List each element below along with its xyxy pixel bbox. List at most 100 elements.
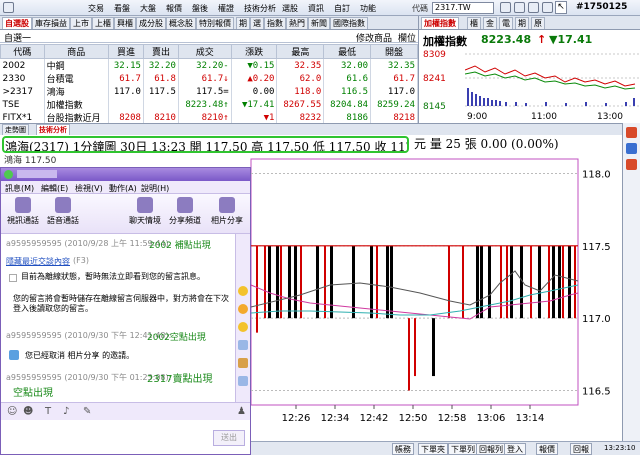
menu-watch[interactable]: 看盤	[114, 3, 130, 14]
col-change[interactable]: 漲跌	[230, 44, 278, 59]
wink-icon[interactable]	[238, 304, 248, 314]
app-icon[interactable]	[3, 2, 14, 13]
tab-futures[interactable]: 期	[236, 17, 250, 29]
col-bid[interactable]: 買進	[107, 44, 144, 59]
tab-intl-index[interactable]: 國際指數	[330, 17, 368, 29]
menu-custom[interactable]: 自訂	[334, 3, 350, 14]
tab-inventory[interactable]: 庫存損益	[32, 17, 70, 29]
group-select[interactable]: 自選一	[4, 31, 31, 44]
menu-after-hours[interactable]: 盤後	[192, 3, 208, 14]
share-channel-button[interactable]: 分享頻道	[165, 197, 205, 226]
voice-call-button[interactable]: 語音通話	[43, 197, 83, 226]
tab-otc-index[interactable]: 櫃	[467, 17, 481, 29]
edit-items-button[interactable]: 修改商品	[356, 31, 392, 44]
col-open[interactable]: 開盤	[370, 44, 418, 59]
tab-components[interactable]: 成分股	[136, 17, 166, 29]
wink-picker-icon[interactable]: ☻	[23, 406, 33, 417]
price-bar	[414, 318, 416, 377]
tab-emerging[interactable]: 興櫃	[114, 17, 136, 29]
tab-news[interactable]: 新聞	[308, 17, 330, 29]
contact-icon[interactable]: ♟	[237, 406, 246, 417]
quote-row[interactable]: TSE 加權指數 8223.48↑ ▼17.41 8267.55 8204.84 8259.…	[0, 98, 418, 111]
chat-mood-button[interactable]: 聊天情境	[125, 197, 165, 226]
account-button[interactable]: 帳務	[392, 443, 414, 455]
tab-technical[interactable]: 技術分析	[36, 124, 70, 135]
tool-icon-3[interactable]	[626, 159, 637, 170]
tab-concept[interactable]: 概念股	[166, 17, 196, 29]
hide-history-shortcut: (F3)	[73, 256, 89, 265]
tab-taiex[interactable]: 加權指數	[421, 17, 459, 29]
col-low[interactable]: 最低	[323, 44, 372, 59]
menu-function[interactable]: 功能	[360, 3, 376, 14]
tab-special[interactable]: 特別報價	[196, 17, 234, 29]
menu-screen[interactable]: 選股	[282, 3, 298, 14]
search-icon[interactable]	[500, 2, 511, 13]
tab-watchlist[interactable]: 自選股	[2, 17, 32, 29]
emoticon-icon[interactable]	[238, 322, 248, 332]
menu-warrant[interactable]: 權證	[218, 3, 234, 14]
quote-row[interactable]: >2317 鴻海 117.0 117.5 117.5= 0.00 118.0 116.5 117…	[0, 85, 418, 98]
tab-raw[interactable]: 原	[531, 17, 545, 29]
messenger-window[interactable]: 訊息(M) 編輯(E) 檢視(V) 動作(A) 說明(H) 視訊通話 語音通話 …	[0, 167, 251, 455]
quote-row[interactable]: 2002 中鋼 32.15 32.20 32.20- ▼0.15 32.35 32.00 32.…	[0, 58, 418, 72]
menu-technical[interactable]: 技術分析	[244, 3, 276, 14]
smiley-icon[interactable]	[238, 286, 248, 296]
order-bar-button[interactable]: 下單列	[448, 443, 478, 455]
messenger-titlebar[interactable]	[1, 168, 250, 181]
col-name[interactable]: 商品	[43, 44, 109, 59]
message-input[interactable]: 送出	[1, 420, 250, 454]
code-input[interactable]: 2317.TW	[432, 2, 494, 14]
cursor-icon[interactable]: ↖	[555, 1, 567, 14]
quote-row[interactable]: 2330 台積電 61.7 61.8 61.7↓ ▲0.20 62.0 61.6 61.7	[0, 72, 418, 85]
tool-icon-2[interactable]	[626, 143, 637, 154]
tab-intraday[interactable]: 走勢圖	[2, 124, 29, 135]
quote-status-button[interactable]: 報價	[536, 443, 558, 455]
tab-otc[interactable]: 上櫃	[92, 17, 114, 29]
columns-button[interactable]: 欄位	[398, 31, 416, 44]
col-high[interactable]: 最高	[276, 44, 325, 59]
tab-electronics[interactable]: 電	[499, 17, 513, 29]
index-ytick-high: 8309	[423, 50, 446, 60]
col-ask[interactable]: 賣出	[142, 44, 179, 59]
photo-share-button[interactable]: 相片分享	[207, 197, 247, 226]
report-status-button[interactable]: 回報	[570, 443, 592, 455]
tab-index[interactable]: 指數	[264, 17, 286, 29]
tab-listed[interactable]: 上市	[70, 17, 92, 29]
tool-icon-1[interactable]	[626, 127, 637, 138]
tab-futures-index[interactable]: 期	[515, 17, 529, 29]
menu-market[interactable]: 大盤	[140, 3, 156, 14]
nudge-icon[interactable]	[238, 340, 248, 350]
msg-menu-action[interactable]: 動作(A)	[109, 183, 137, 194]
voice-clip-icon[interactable]: ♪	[63, 406, 69, 417]
col-last[interactable]: 成交	[177, 44, 232, 59]
print-icon[interactable]	[528, 2, 539, 13]
msg-menu-view[interactable]: 檢視(V)	[75, 183, 103, 194]
msg-menu-edit[interactable]: 編輯(E)	[41, 183, 68, 194]
conversation-area[interactable]: a9595959595 (2010/9/28 上午 11:59:44): 200…	[1, 234, 235, 402]
handwriting-icon[interactable]: ✎	[83, 406, 91, 417]
msg-text-1: 2002 補點出現	[149, 241, 211, 251]
refresh-icon[interactable]	[514, 2, 525, 13]
send-button[interactable]: 送出	[213, 430, 245, 446]
video-call-button[interactable]: 視訊通話	[3, 197, 43, 226]
background-icon[interactable]	[238, 376, 248, 386]
help-icon[interactable]	[542, 2, 553, 13]
hide-history-link[interactable]: 隱藏最近交談內容	[6, 256, 70, 267]
tab-finance[interactable]: 金	[483, 17, 497, 29]
menu-quote[interactable]: 報價	[166, 3, 182, 14]
col-code[interactable]: 代碼	[0, 44, 45, 59]
cell-code: 2330	[0, 72, 45, 85]
order-folder-button[interactable]: 下單夾	[418, 443, 448, 455]
report-bar-button[interactable]: 回報列	[476, 443, 506, 455]
msg-menu-help[interactable]: 說明(H)	[141, 183, 169, 194]
emoticon-picker-icon[interactable]: ☺	[7, 406, 17, 417]
group-bar: 自選一 修改商品 欄位	[0, 30, 418, 44]
gift-icon[interactable]	[238, 358, 248, 368]
login-button[interactable]: 登入	[504, 443, 526, 455]
tab-hot[interactable]: 熱門	[286, 17, 308, 29]
font-icon[interactable]: T	[45, 406, 51, 417]
menu-trade[interactable]: 交易	[88, 3, 104, 14]
tab-options[interactable]: 選	[250, 17, 264, 29]
menu-info[interactable]: 資訊	[308, 3, 324, 14]
msg-menu-message[interactable]: 訊息(M)	[5, 183, 34, 194]
